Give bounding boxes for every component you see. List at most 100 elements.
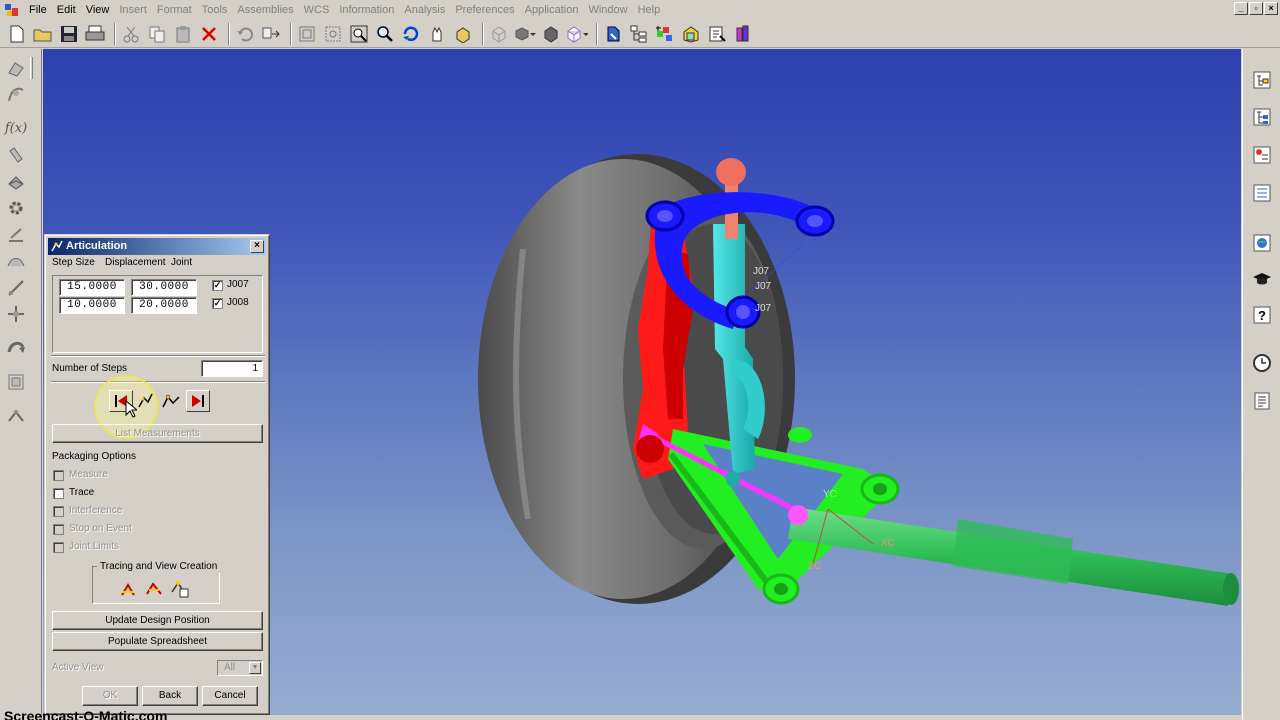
trace-checkbox[interactable] <box>53 488 64 499</box>
close-button[interactable]: × <box>1264 2 1278 15</box>
copy-icon[interactable] <box>146 23 168 45</box>
articulation-icon <box>51 240 63 252</box>
training-icon[interactable] <box>1251 268 1273 290</box>
web-browser-icon[interactable] <box>1251 232 1273 254</box>
step-forward-button[interactable] <box>186 390 210 412</box>
reposition-icon[interactable] <box>706 23 728 45</box>
measure-checkbox[interactable] <box>53 470 64 481</box>
create-trace-button[interactable] <box>118 579 138 599</box>
assembly-navigator-icon[interactable] <box>602 23 624 45</box>
print-icon[interactable] <box>84 23 106 45</box>
joint-icon[interactable] <box>5 371 27 393</box>
back-button[interactable]: Back <box>142 686 198 706</box>
toolbar-grip[interactable] <box>30 57 33 79</box>
active-view-select[interactable]: All ▼ <box>217 660 263 676</box>
right-toolbar: ? <box>1242 49 1280 720</box>
new-file-icon[interactable] <box>6 23 28 45</box>
view-creation-icon <box>146 582 162 595</box>
joint-checkbox[interactable]: ✓ <box>212 280 223 291</box>
edit-curve-icon[interactable] <box>5 277 27 299</box>
zoom-window-icon[interactable] <box>322 23 344 45</box>
undo-icon[interactable] <box>234 23 256 45</box>
magnifier-icon[interactable] <box>374 23 396 45</box>
fit-view-icon[interactable] <box>296 23 318 45</box>
shaded-view-icon[interactable] <box>452 23 474 45</box>
zoom-icon[interactable] <box>348 23 370 45</box>
expression-icon[interactable]: f(x) <box>5 117 27 139</box>
populate-spreadsheet-button[interactable]: Populate Spreadsheet <box>52 632 263 651</box>
export-trace-button[interactable] <box>170 579 190 599</box>
mating-conditions-icon[interactable] <box>680 23 702 45</box>
menu-wcs[interactable]: WCS <box>299 0 335 20</box>
menu-window[interactable]: Window <box>583 0 632 20</box>
window-controls: _ ▫ × <box>1234 2 1278 15</box>
sketch-icon[interactable] <box>5 57 27 79</box>
menu-edit[interactable]: Edit <box>52 0 81 20</box>
gear-icon[interactable] <box>5 197 27 219</box>
shaded-dropdown-icon[interactable] <box>514 23 536 45</box>
motion-icon[interactable] <box>5 337 27 359</box>
paste-icon[interactable] <box>172 23 194 45</box>
stop-on-event-label: Stop on Event <box>69 523 132 534</box>
delete-icon[interactable] <box>198 23 220 45</box>
explosion-view-icon[interactable] <box>732 23 754 45</box>
update-design-position-button[interactable]: Update Design Position <box>52 611 263 630</box>
step-size-field[interactable]: 15.0000 <box>59 279 125 296</box>
redo-icon[interactable] <box>260 23 282 45</box>
part-navigator-icon[interactable] <box>1251 69 1273 91</box>
menu-assemblies[interactable]: Assemblies <box>232 0 298 20</box>
stop-on-event-checkbox[interactable] <box>53 524 64 535</box>
joint-label: J008 <box>227 297 249 308</box>
rotate-icon[interactable] <box>400 23 422 45</box>
menu-application[interactable]: Application <box>520 0 584 20</box>
menu-preferences[interactable]: Preferences <box>450 0 519 20</box>
joint-checkbox[interactable]: ✓ <box>212 298 223 309</box>
menu-help[interactable]: Help <box>633 0 666 20</box>
animate-forward-button[interactable] <box>159 390 183 412</box>
open-folder-icon[interactable] <box>32 23 54 45</box>
joint-limits-checkbox[interactable] <box>53 542 64 553</box>
save-icon[interactable] <box>58 23 80 45</box>
cancel-button[interactable]: Cancel <box>202 686 258 706</box>
menu-file[interactable]: File <box>24 0 52 20</box>
wireframe-icon[interactable] <box>488 23 510 45</box>
help-icon[interactable]: ? <box>1251 304 1273 326</box>
menu-information[interactable]: Information <box>334 0 399 20</box>
step-size-field[interactable]: 10.0000 <box>59 297 125 314</box>
list-measurements-button[interactable]: List Measurements <box>52 424 263 443</box>
curve-icon[interactable] <box>5 83 27 105</box>
create-view-button[interactable] <box>144 579 164 599</box>
dialog-close-button[interactable]: × <box>250 240 264 253</box>
form-feature-icon[interactable] <box>5 171 27 193</box>
restore-button[interactable]: ▫ <box>1249 2 1263 15</box>
assembly-navigator-icon[interactable] <box>1251 106 1273 128</box>
menu-view[interactable]: View <box>81 0 115 20</box>
dialog-title-bar[interactable]: Articulation × <box>48 238 266 255</box>
interference-checkbox[interactable] <box>53 506 64 517</box>
left-toolbar: f(x) <box>0 49 42 720</box>
menu-format[interactable]: Format <box>152 0 197 20</box>
measure-distance-icon[interactable] <box>5 224 27 246</box>
clock-icon[interactable] <box>1251 352 1273 374</box>
roles-icon[interactable] <box>1251 390 1273 412</box>
view-orient-icon[interactable] <box>566 23 588 45</box>
solid-view-icon[interactable] <box>540 23 562 45</box>
constraint-navigator-icon[interactable] <box>1251 144 1273 166</box>
menu-tools[interactable]: Tools <box>197 0 233 20</box>
history-navigator-icon[interactable] <box>1251 182 1273 204</box>
link-icon[interactable] <box>5 405 27 427</box>
add-component-icon[interactable] <box>654 23 676 45</box>
cut-icon[interactable] <box>120 23 142 45</box>
ok-button[interactable]: OK <box>82 686 138 706</box>
menu-insert[interactable]: Insert <box>114 0 152 20</box>
surface-icon[interactable] <box>5 250 27 272</box>
displacement-field[interactable]: 30.0000 <box>131 279 197 296</box>
assembly-tree-icon[interactable] <box>628 23 650 45</box>
pan-icon[interactable] <box>426 23 448 45</box>
displacement-field[interactable]: 20.0000 <box>131 297 197 314</box>
number-of-steps-field[interactable]: 1 <box>201 360 263 377</box>
minimize-button[interactable]: _ <box>1234 2 1248 15</box>
menu-analysis[interactable]: Analysis <box>399 0 450 20</box>
feature-icon[interactable] <box>5 144 27 166</box>
point-icon[interactable] <box>5 303 27 325</box>
